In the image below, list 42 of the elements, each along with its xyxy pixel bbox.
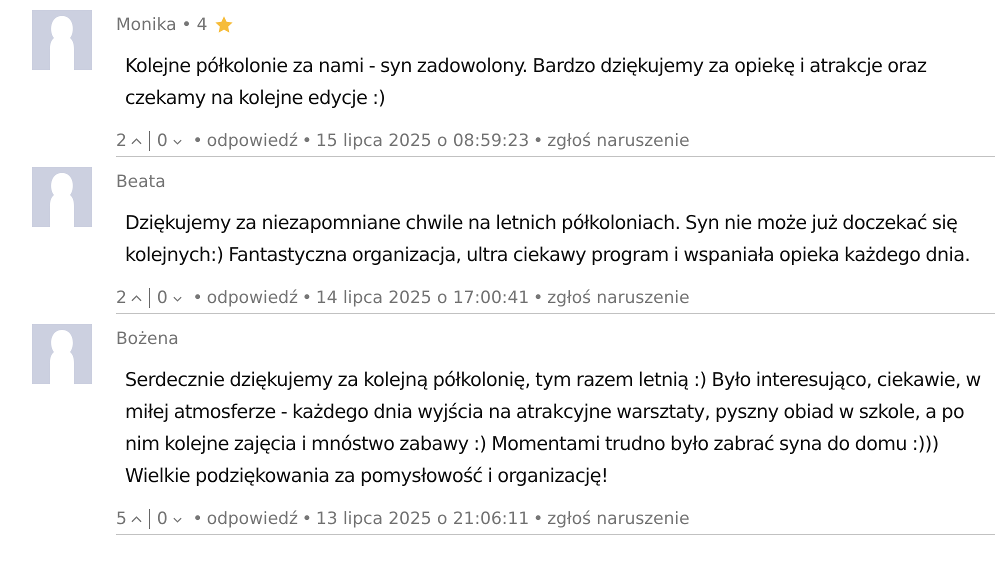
author-name: Bożena xyxy=(116,329,179,349)
avatar-icon xyxy=(32,10,92,70)
author-name: Monika xyxy=(116,15,177,35)
upvote-icon[interactable] xyxy=(130,137,142,145)
reply-link[interactable]: odpowiedź xyxy=(206,288,298,308)
comment-date: 14 lipca 2025 o 17:00:41 xyxy=(316,288,530,308)
separator-dot: • xyxy=(533,288,544,308)
reply-link[interactable]: odpowiedź xyxy=(206,509,298,529)
reply-link[interactable]: odpowiedź xyxy=(206,131,298,151)
downvote-icon[interactable] xyxy=(172,295,183,303)
comment-date: 15 lipca 2025 o 08:59:23 xyxy=(316,131,530,151)
avatar-icon xyxy=(32,324,92,384)
upvote-icon[interactable] xyxy=(130,294,142,302)
rating-value: 4 xyxy=(196,15,208,35)
upvote-count: 5 xyxy=(116,509,127,529)
downvote-count: 0 xyxy=(156,131,168,151)
star-icon xyxy=(214,15,234,35)
downvote-icon[interactable] xyxy=(172,516,183,524)
comment-date: 13 lipca 2025 o 21:06:11 xyxy=(316,509,530,529)
separator-dot: • xyxy=(533,131,544,151)
comment-text: Dziękujemy za niezapomniane chwile na letnich półkoloniach. Syn nie może już doczekać się kolejnych:) Fantastyczna organizacja, ultra ciekawy program i wspaniała opieka każdego dnia. xyxy=(125,211,972,268)
comment-text: Serdecznie dziękujemy za kolejną półkolonię, tym razem letnią :) Było interesująco, ciekawie, w miłej atmosferze - każdego dnia wyjścia na atrakcyjne warsztaty, pyszny obiad w szkole, a po nim kolejne zajęcia i mnóstwo zabawy :) Momentami trudno było zabrać syna do domu :))) Wielkie podziękowania za pomysłowość i organizację! xyxy=(125,368,982,489)
report-link[interactable]: zgłoś naruszenie xyxy=(547,288,690,308)
downvote-count: 0 xyxy=(156,509,168,529)
separator-dot: • xyxy=(192,131,203,151)
separator-dot: • xyxy=(192,509,203,529)
comment-text: Kolejne półkolonie za nami - syn zadowolony. Bardzo dziękujemy za opiekę i atrakcje oraz czekamy na kolejne edycje :) xyxy=(125,54,928,111)
avatar-icon xyxy=(32,167,92,227)
downvote-count: 0 xyxy=(156,288,168,308)
separator-dot: • xyxy=(302,131,312,151)
separator-dot: • xyxy=(182,15,192,35)
upvote-count: 2 xyxy=(116,288,127,308)
report-link[interactable]: zgłoś naruszenie xyxy=(547,131,690,151)
downvote-icon[interactable] xyxy=(172,138,183,146)
separator-dot: • xyxy=(302,509,312,529)
separator-dot: • xyxy=(192,288,203,308)
author-name: Beata xyxy=(116,172,166,192)
upvote-count: 2 xyxy=(116,131,127,151)
separator-dot: • xyxy=(533,509,544,529)
separator-dot: • xyxy=(302,288,312,308)
report-link[interactable]: zgłoś naruszenie xyxy=(547,509,690,529)
upvote-icon[interactable] xyxy=(130,515,142,523)
